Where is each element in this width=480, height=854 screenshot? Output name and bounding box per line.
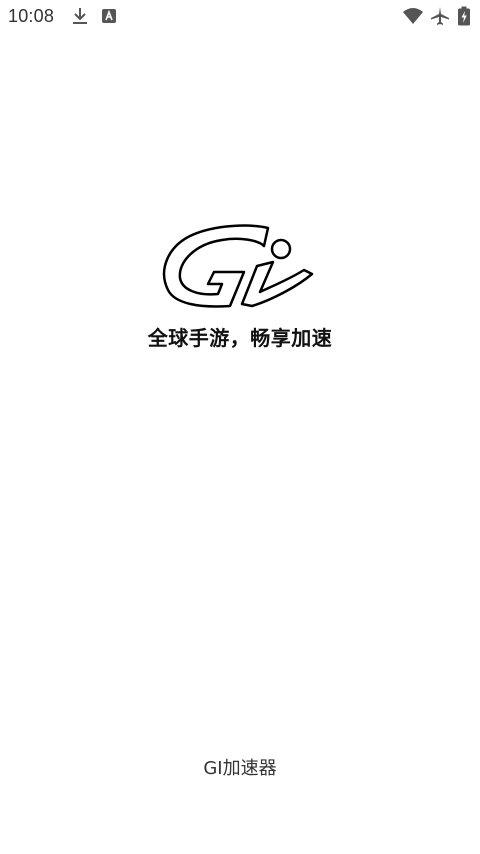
status-bar: 10:08 (0, 0, 480, 32)
gi-logo (162, 224, 314, 308)
battery-charging-icon (458, 6, 470, 26)
slogan-text: 全球手游，畅享加速 (147, 326, 333, 350)
app-notification-icon (102, 9, 116, 23)
status-time: 10:08 (8, 6, 55, 26)
download-icon (73, 8, 87, 24)
app-name-text: GI加速器 (203, 758, 277, 779)
wifi-icon (403, 8, 423, 24)
airplane-mode-icon (431, 7, 449, 25)
